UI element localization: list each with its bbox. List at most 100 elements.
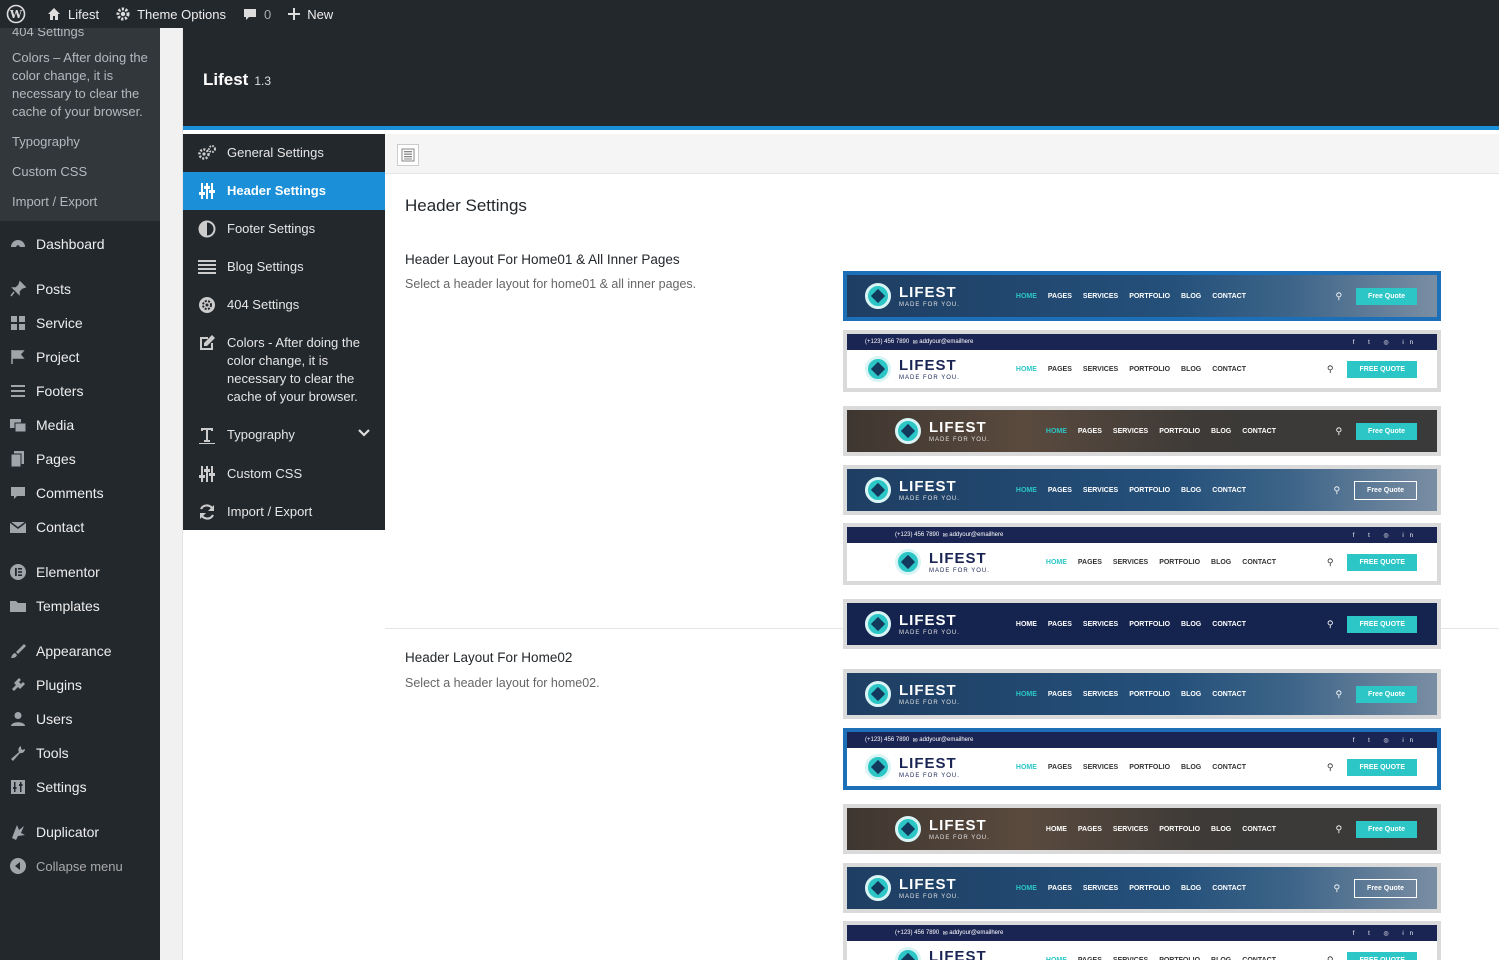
expand-options-button[interactable]	[397, 144, 419, 166]
sliders-icon	[9, 778, 27, 796]
layout-icon	[401, 148, 415, 162]
cogs-icon	[197, 144, 217, 162]
nav-footer-settings[interactable]: Footer Settings	[183, 210, 385, 248]
menu-contact[interactable]: Contact	[0, 510, 160, 544]
dashboard-icon	[9, 235, 27, 253]
collapse-label: Collapse menu	[36, 858, 123, 874]
comments-count: 0	[263, 6, 272, 22]
menu-settings[interactable]: Settings	[0, 770, 160, 804]
menu-media[interactable]: Media	[0, 408, 160, 442]
menu-label: Contact	[36, 519, 85, 535]
menu-label: Project	[36, 349, 80, 365]
logo-icon	[895, 816, 921, 842]
menu-label: Dashboard	[36, 236, 105, 252]
media-icon	[9, 416, 27, 434]
nav-404-settings[interactable]: 404 Settings	[183, 286, 385, 324]
header-layout-option[interactable]: (+123) 456 7890 ✉ addyour@emailhere f t ◎…	[843, 330, 1441, 392]
nav-colors[interactable]: Colors - After doing the color change, i…	[183, 324, 385, 416]
menu-templates[interactable]: Templates	[0, 589, 160, 623]
menu-dashboard[interactable]: Dashboard	[0, 227, 160, 261]
menu-posts[interactable]: Posts	[0, 272, 160, 306]
collapse-menu-button[interactable]: Collapse menu	[0, 849, 160, 883]
new-content-link[interactable]: New	[279, 0, 341, 28]
duplicator-icon	[9, 823, 27, 841]
header-layout-option[interactable]: LIFEST MADE FOR YOU. HOME PAGES SERVICES POR…	[843, 406, 1441, 456]
svg-text:W: W	[9, 8, 23, 21]
header-layout-option[interactable]: (+123) 456 7890 ✉ addyour@emailhere f t ◎…	[843, 728, 1441, 790]
menu-label: Tools	[36, 745, 69, 761]
menu-pages[interactable]: Pages	[0, 442, 160, 476]
plus-icon	[288, 8, 301, 20]
logo-icon	[865, 356, 891, 382]
plug-icon	[9, 676, 27, 694]
wordpress-logo-icon[interactable]: W	[0, 0, 38, 28]
search-icon: ⚲	[1326, 556, 1334, 567]
submenu-item-404[interactable]: 404 Settings	[0, 28, 160, 45]
menu-label: Comments	[36, 485, 104, 501]
menu-appearance[interactable]: Appearance	[0, 634, 160, 668]
nav-header-settings[interactable]: Header Settings	[183, 172, 385, 210]
header-layout-option[interactable]: LIFEST MADE FOR YOU. HOME PAGES SERVICES POR…	[843, 863, 1441, 913]
collapse-icon	[9, 857, 27, 875]
elementor-icon	[9, 563, 27, 581]
nav-typography[interactable]: Typography	[183, 416, 385, 455]
nav-import-export[interactable]: Import / Export	[183, 493, 385, 531]
panel-title: Lifest 1.3	[203, 70, 271, 90]
field-desc-home01: Select a header layout for home01 & all …	[405, 277, 697, 291]
submenu-item-import-export[interactable]: Import / Export	[0, 189, 160, 215]
menu-plugins[interactable]: Plugins	[0, 668, 160, 702]
folder-icon	[9, 597, 27, 615]
nav-general-settings[interactable]: General Settings	[183, 134, 385, 172]
header-layout-option[interactable]: (+123) 456 7890 ✉ addyour@emailhere f t ◎…	[843, 523, 1441, 585]
menu-label: Plugins	[36, 677, 82, 693]
home-icon	[48, 8, 60, 20]
header-layout-option[interactable]: LIFEST MADE FOR YOU. HOME PAGES SERVICES POR…	[843, 271, 1441, 321]
menu-footers[interactable]: Footers	[0, 374, 160, 408]
header-layout-option[interactable]: LIFEST MADE FOR YOU. HOME PAGES SERVICES POR…	[843, 599, 1441, 649]
refresh-icon	[197, 503, 217, 521]
theme-options-submenu: 404 Settings Colors – After doing the co…	[0, 28, 160, 221]
logo-icon	[895, 947, 921, 960]
search-icon: ⚲	[1335, 290, 1343, 301]
nav-label: General Settings	[227, 145, 324, 160]
theme-options-link[interactable]: Theme Options	[107, 0, 234, 28]
logo-icon	[895, 418, 921, 444]
header-layout-option[interactable]: LIFEST MADE FOR YOU. HOME PAGES SERVICES POR…	[843, 465, 1441, 515]
menu-label: Duplicator	[36, 824, 100, 840]
chevron-down-icon[interactable]	[357, 426, 371, 445]
field-desc-home02: Select a header layout for home02.	[405, 676, 600, 690]
menu-tools[interactable]: Tools	[0, 736, 160, 770]
nav-custom-css[interactable]: Custom CSS	[183, 455, 385, 493]
nav-label: Header Settings	[227, 183, 326, 198]
logo-icon	[865, 754, 891, 780]
menu-label: Media	[36, 417, 75, 433]
menu-elementor[interactable]: Elementor	[0, 555, 160, 589]
comments-link[interactable]: 0	[234, 0, 279, 28]
header-layout-option[interactable]: LIFEST MADE FOR YOU. HOME PAGES SERVICES POR…	[843, 669, 1441, 719]
header-layout-option[interactable]: (+123) 456 7890 ✉ addyour@emailhere f t ◎…	[843, 921, 1441, 960]
section-title: Header Settings	[405, 196, 527, 215]
options-toolbar	[385, 134, 1499, 174]
menu-label: Templates	[36, 598, 100, 614]
menu-duplicator[interactable]: Duplicator	[0, 815, 160, 849]
header-layout-option[interactable]: LIFEST MADE FOR YOU. HOME PAGES SERVICES POR…	[843, 804, 1441, 854]
menu-label: Appearance	[36, 643, 112, 659]
submenu-item-colors[interactable]: Colors – After doing the color change, i…	[0, 45, 160, 125]
sliders-icon	[197, 465, 217, 483]
pin-icon	[9, 280, 27, 298]
theme-name: Lifest	[203, 70, 249, 89]
menu-label: Pages	[36, 451, 76, 467]
menu-users[interactable]: Users	[0, 702, 160, 736]
menu-comments[interactable]: Comments	[0, 476, 160, 510]
site-name-link[interactable]: Lifest	[38, 0, 107, 28]
menu-label: Settings	[36, 779, 87, 795]
submenu-item-custom-css[interactable]: Custom CSS	[0, 159, 160, 185]
menu-project[interactable]: Project	[0, 340, 160, 374]
field-label-home01: Header Layout For Home01 & All Inner Pag…	[405, 252, 680, 267]
new-label: New	[307, 6, 334, 22]
submenu-item-typography[interactable]: Typography	[0, 129, 160, 155]
nav-blog-settings[interactable]: Blog Settings	[183, 248, 385, 286]
search-icon: ⚲	[1333, 484, 1341, 495]
search-icon: ⚲	[1326, 618, 1334, 629]
menu-service[interactable]: Service	[0, 306, 160, 340]
